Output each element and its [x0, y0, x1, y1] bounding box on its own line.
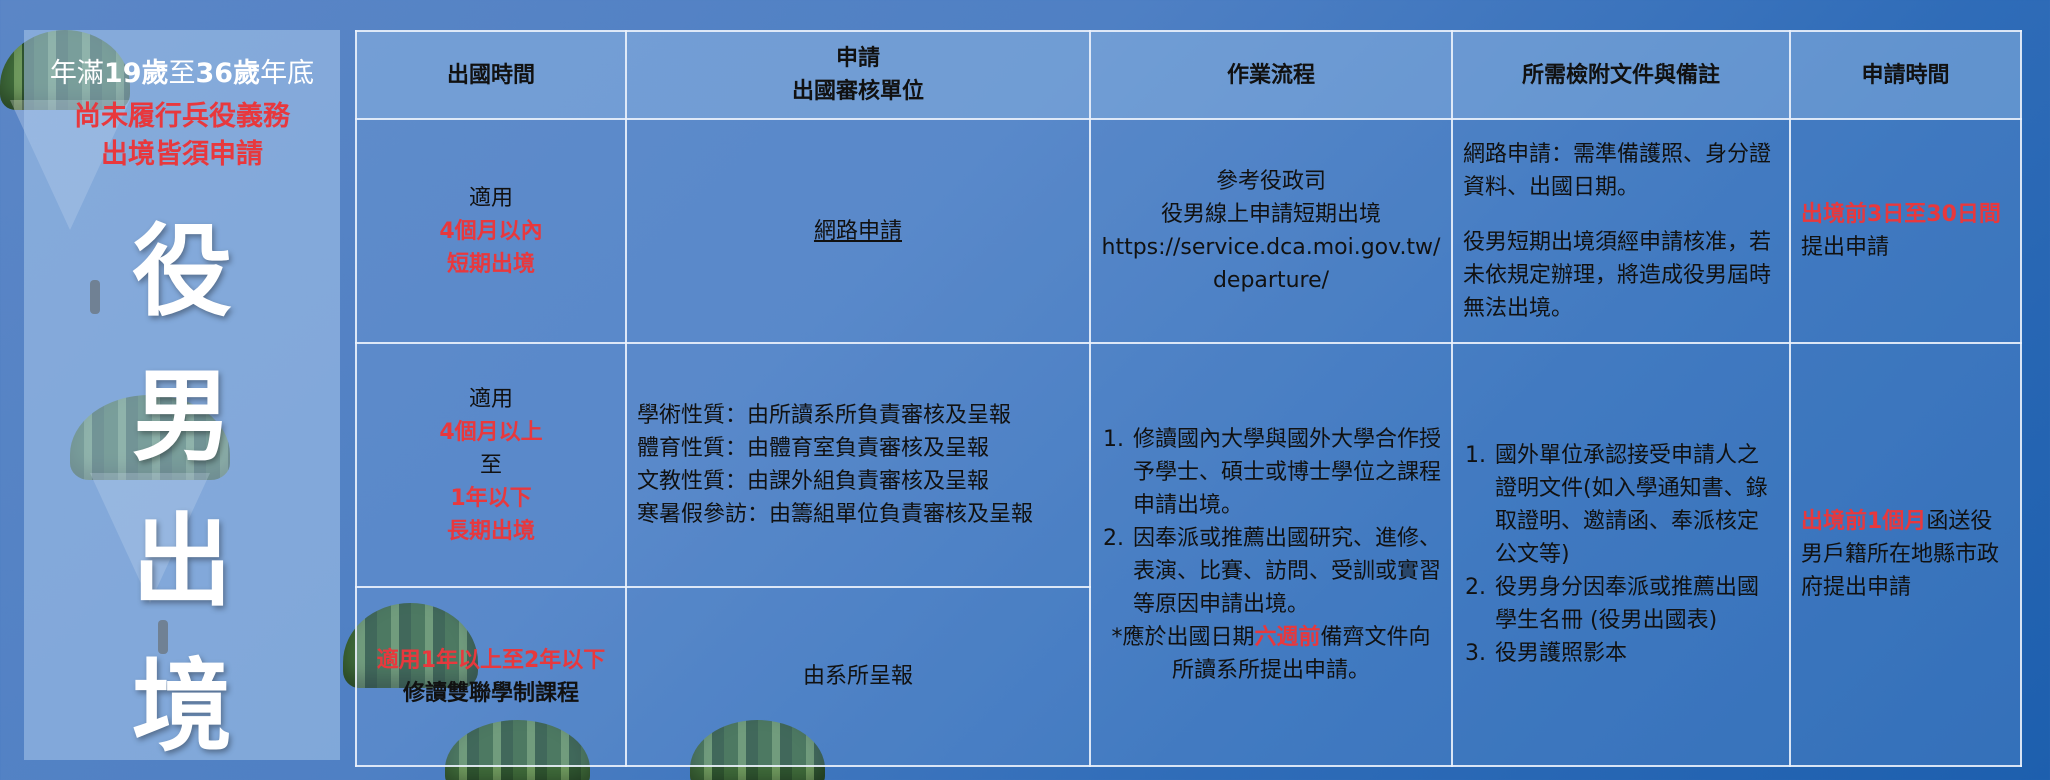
online-application-link[interactable]: 網路申請: [814, 219, 902, 244]
long-term-duration-max: 1年以下: [450, 485, 532, 511]
page-title-char-1: 役: [132, 213, 232, 330]
departure-application-table: 出國時間 申請 出國審核單位 作業流程 所需檢附文件與備註 申請時間 適用 4個…: [355, 30, 2022, 767]
process-deadline-note: *應於出國日期六週前備齊文件向所讀系所提出申請。: [1101, 621, 1441, 687]
table-row-long-term: 適用 4個月以上 至 1年以下 長期出境 學術性質：由所讀系所負責審核及呈報 體…: [355, 342, 2022, 767]
short-term-apply-text: 提出申請: [1801, 235, 1890, 260]
dual-degree-unit: 由系所呈報: [802, 664, 913, 689]
short-term-duration: 4個月以內: [439, 218, 543, 244]
short-term-applies: 適用: [468, 185, 513, 211]
departure-url-link[interactable]: https://service.dca.moi.gov.tw/ departur…: [1091, 231, 1451, 297]
long-term-duration-min: 4個月以上: [439, 419, 543, 445]
process-note-a: *應於出國日期: [1111, 624, 1255, 650]
process-item-2: 因奉派或推薦出國研究、進修、表演、比賽、訪問、受訓或實習等原因申請出境。: [1131, 522, 1441, 621]
short-term-process-cell: 參考役政司 役男線上申請短期出境 https://service.dca.moi…: [1089, 118, 1453, 344]
age-range-heading: 年滿19歲至36歲年底: [24, 58, 340, 90]
short-term-process-line2: 役男線上申請短期出境: [1160, 202, 1381, 227]
unit-cultural: 文教性質：由課外組負責審核及呈報: [637, 469, 990, 494]
short-term-docs-cell: 網路申請：需準備護照、身分證資料、出國日期。 役男短期出境須經申請核准，若未依規…: [1451, 118, 1791, 344]
short-term-process-line1: 參考役政司: [1215, 169, 1326, 194]
header-process: 作業流程: [1089, 30, 1453, 120]
docs-item-2: 役男身分因奉派或推薦出國學生名冊 (役男出國表): [1493, 571, 1779, 637]
docs-list: 國外單位承認接受申請人之證明文件(如入學通知書、錄取證明、邀請函、奉派核定公文等…: [1463, 439, 1779, 670]
header-review-unit: 申請 出國審核單位: [625, 30, 1091, 120]
header-review-unit-line2: 出國審核單位: [791, 79, 924, 104]
departure-url-part1: https://service.dca.moi.gov.tw/: [1101, 235, 1441, 260]
process-note-deadline: 六週前: [1254, 624, 1321, 650]
dual-degree-label: 修讀雙聯學制課程: [402, 680, 579, 706]
long-term-to: 至: [479, 452, 502, 478]
header-review-unit-line1: 申請: [835, 46, 880, 71]
header-row: 出國時間 申請 出國審核單位 作業流程 所需檢附文件與備註 申請時間: [355, 30, 2022, 120]
age-text-d: 36歲: [195, 58, 261, 89]
page-title-char-3: 出: [132, 503, 232, 620]
short-term-time-cell: 適用 4個月以內 短期出境: [355, 118, 627, 344]
dual-degree-time-cell: 適用1年以上至2年以下 修讀雙聯學制課程: [355, 586, 627, 767]
long-term-applies: 適用: [468, 386, 513, 412]
military-duty-subtitle: 尚未履行兵役義務: [74, 101, 290, 132]
dual-degree-unit-cell: 由系所呈報: [625, 586, 1091, 767]
age-text-c: 至: [168, 58, 196, 89]
unit-vacation-visit: 寒暑假參訪：由籌組單位負責審核及呈報: [637, 502, 1034, 527]
departure-url-part2: departure/: [1212, 268, 1330, 293]
docs-item-3: 役男護照影本: [1493, 637, 1779, 670]
short-term-unit-cell: 網路申請: [625, 118, 1091, 344]
long-term-time-cell: 適用 4個月以上 至 1年以下 長期出境: [355, 342, 627, 588]
process-list: 修讀國內大學與國外大學合作授予學士、碩士或博士學位之課程申請出境。 因奉派或推薦…: [1101, 423, 1441, 621]
process-item-1: 修讀國內大學與國外大學合作授予學士、碩士或博士學位之課程申請出境。: [1131, 423, 1441, 522]
unit-sports: 體育性質：由體育室負責審核及呈報: [637, 436, 990, 461]
header-documents: 所需檢附文件與備註: [1451, 30, 1791, 120]
age-text-e: 年底: [260, 58, 315, 89]
long-term-unit-cell: 學術性質：由所讀系所負責審核及呈報 體育性質：由體育室負責審核及呈報 文教性質：…: [625, 342, 1091, 588]
page-title-char-2: 男: [132, 358, 232, 475]
header-apply-time: 申請時間: [1789, 30, 2022, 120]
short-term-docs-note2: 役男短期出境須經申請核准，若未依規定辦理，將造成役男屆時無法出境。: [1463, 229, 1772, 321]
long-term-process-cell: 修讀國內大學與國外大學合作授予學士、碩士或博士學位之課程申請出境。 因奉派或推薦…: [1089, 342, 1453, 767]
long-term-label: 長期出境: [446, 518, 535, 544]
long-term-docs-cell: 國外單位承認接受申請人之證明文件(如入學通知書、錄取證明、邀請函、奉派核定公文等…: [1451, 342, 1791, 767]
dual-degree-duration: 適用1年以上至2年以下: [376, 647, 606, 673]
title-panel: 年滿19歲至36歲年底 尚未履行兵役義務 出境皆須申請 役 男 出 境: [24, 30, 340, 765]
apply-required-subtitle: 出境皆須申請: [101, 139, 263, 170]
age-text-b: 19歲: [103, 58, 169, 89]
short-term-apply-cell: 出境前3日至30日間提出申請: [1789, 118, 2022, 344]
long-term-apply-cell: 出境前1個月函送役男戶籍所在地縣市政府提出申請: [1789, 342, 2022, 767]
short-term-apply-window: 出境前3日至30日間: [1801, 202, 2001, 227]
short-term-docs-note1: 網路申請：需準備護照、身分證資料、出國日期。: [1463, 141, 1772, 200]
unit-academic: 學術性質：由所讀系所負責審核及呈報: [637, 403, 1012, 428]
docs-item-1: 國外單位承認接受申請人之證明文件(如入學通知書、錄取證明、邀請函、奉派核定公文等…: [1493, 439, 1779, 571]
long-term-apply-window: 出境前1個月: [1801, 509, 1927, 534]
age-text-a: 年滿: [49, 58, 104, 89]
table-row-short-term: 適用 4個月以內 短期出境 網路申請 參考役政司 役男線上申請短期出境 http…: [355, 118, 2022, 344]
short-term-label: 短期出境: [446, 251, 535, 277]
page-title-char-4: 境: [132, 648, 232, 765]
header-departure-time: 出國時間: [355, 30, 627, 120]
